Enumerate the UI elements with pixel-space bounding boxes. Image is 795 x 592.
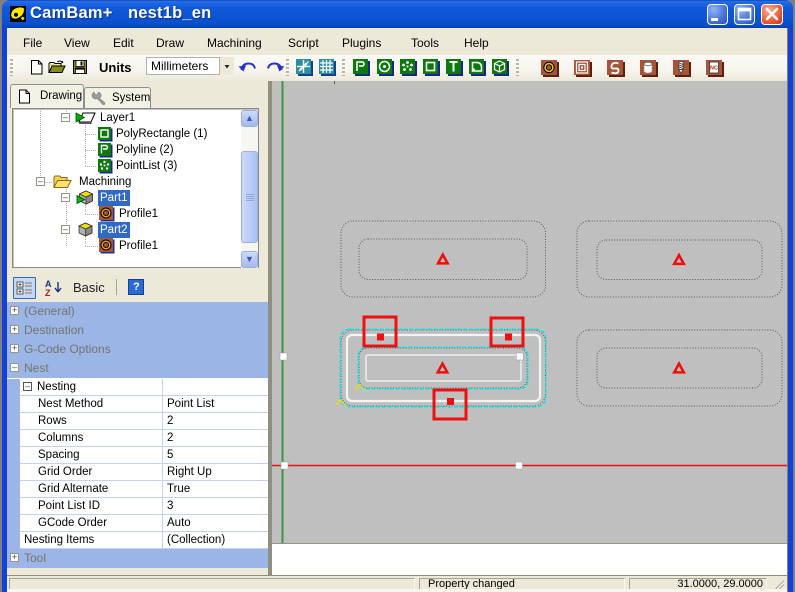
svg-text:Z: Z [45, 288, 51, 298]
svg-text:NC: NC [710, 66, 718, 72]
